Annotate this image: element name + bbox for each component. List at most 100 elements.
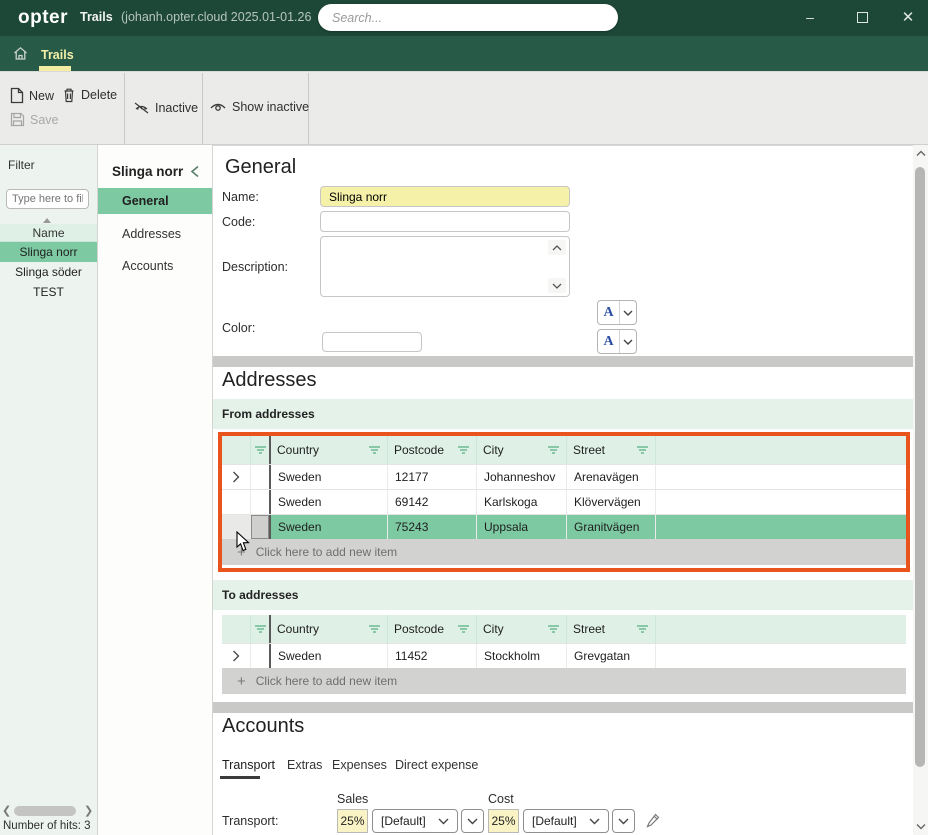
- expand-cell[interactable]: [222, 490, 251, 514]
- sales-extra-dropdown-button[interactable]: [461, 809, 484, 833]
- street-column-header[interactable]: Street: [567, 615, 656, 643]
- tab-extras[interactable]: Extras: [287, 758, 322, 772]
- scroll-up-icon[interactable]: [916, 150, 926, 157]
- country-column-header[interactable]: Country: [271, 436, 388, 464]
- scroll-up-icon[interactable]: [548, 240, 566, 255]
- street-cell[interactable]: Granitvägen: [567, 515, 656, 539]
- city-column-header[interactable]: City: [477, 615, 567, 643]
- filler-cell[interactable]: [656, 515, 906, 539]
- chevron-right-icon[interactable]: [232, 471, 240, 483]
- selector-cell[interactable]: [251, 465, 271, 489]
- table-row[interactable]: Sweden 69142 Karlskoga Klövervägen: [222, 489, 906, 514]
- expand-cell[interactable]: [222, 644, 251, 668]
- filler-cell[interactable]: [656, 644, 906, 668]
- selector-column-header[interactable]: [251, 436, 271, 464]
- cost-account-dropdown[interactable]: [Default]: [523, 809, 609, 833]
- inactive-button[interactable]: Inactive: [133, 100, 198, 116]
- city-cell[interactable]: Uppsala: [477, 515, 567, 539]
- new-button[interactable]: New: [10, 87, 54, 104]
- show-inactive-button[interactable]: Show inactive: [209, 100, 309, 114]
- postcode-cell[interactable]: 69142: [388, 490, 477, 514]
- list-item-slinga-norr[interactable]: Slinga norr: [0, 242, 97, 262]
- filter-icon[interactable]: [636, 445, 649, 455]
- scrollbar-thumb[interactable]: [915, 167, 925, 767]
- filter-icon[interactable]: [457, 624, 470, 634]
- filter-icon[interactable]: [254, 624, 267, 634]
- postcode-cell[interactable]: 12177: [388, 465, 477, 489]
- scrollbar-thumb[interactable]: [14, 806, 76, 816]
- filler-cell[interactable]: [656, 465, 906, 489]
- horizontal-scrollbar[interactable]: ❮ ❯: [0, 803, 97, 819]
- city-cell[interactable]: Karlskoga: [477, 490, 567, 514]
- cost-percent-field[interactable]: 25%: [488, 809, 519, 833]
- maximize-button[interactable]: [847, 0, 877, 34]
- country-cell[interactable]: Sweden: [271, 465, 388, 489]
- add-new-item-row[interactable]: + Click here to add new item: [222, 539, 906, 565]
- name-field[interactable]: [320, 186, 570, 207]
- expand-cell[interactable]: [222, 465, 251, 489]
- font-color-button-2[interactable]: A: [597, 329, 637, 354]
- minimize-button[interactable]: –: [795, 0, 825, 34]
- chevron-right-icon[interactable]: [232, 650, 240, 662]
- scroll-right-icon[interactable]: ❯: [84, 804, 93, 817]
- name-column-header[interactable]: Name: [0, 224, 97, 242]
- tab-transport[interactable]: Transport: [222, 758, 275, 772]
- cost-extra-dropdown-button[interactable]: [612, 809, 635, 833]
- tab-trails[interactable]: Trails: [41, 48, 74, 62]
- color-field[interactable]: [322, 332, 422, 352]
- city-cell[interactable]: Johanneshov: [477, 465, 567, 489]
- description-field[interactable]: [320, 236, 570, 297]
- sales-account-dropdown[interactable]: [Default]: [372, 809, 458, 833]
- font-color-button-1[interactable]: A: [597, 300, 637, 325]
- sales-percent-field[interactable]: 25%: [337, 809, 368, 833]
- filter-icon[interactable]: [547, 445, 560, 455]
- selector-cell[interactable]: [251, 515, 271, 539]
- collapse-chevron-icon[interactable]: [190, 165, 200, 178]
- postcode-column-header[interactable]: Postcode: [388, 615, 477, 643]
- table-row[interactable]: Sweden 12177 Johanneshov Arenavägen: [222, 464, 906, 489]
- add-new-item-row[interactable]: + Click here to add new item: [222, 668, 906, 694]
- filter-icon[interactable]: [636, 624, 649, 634]
- tab-direct-expense[interactable]: Direct expense: [395, 758, 478, 772]
- city-column-header[interactable]: City: [477, 436, 567, 464]
- scroll-down-icon[interactable]: [916, 823, 926, 830]
- filter-icon[interactable]: [547, 624, 560, 634]
- postcode-column-header[interactable]: Postcode: [388, 436, 477, 464]
- table-row-selected[interactable]: Sweden 75243 Uppsala Granitvägen: [222, 514, 906, 539]
- city-cell[interactable]: Stockholm: [477, 644, 567, 668]
- filter-input[interactable]: [6, 189, 89, 209]
- country-cell[interactable]: Sweden: [271, 515, 388, 539]
- country-cell[interactable]: Sweden: [271, 490, 388, 514]
- edit-pencil-icon[interactable]: [646, 813, 660, 829]
- filter-icon[interactable]: [457, 445, 470, 455]
- section-splitter[interactable]: [213, 702, 913, 713]
- home-icon[interactable]: [12, 45, 29, 62]
- save-button[interactable]: Save: [10, 112, 59, 127]
- filter-icon[interactable]: [254, 445, 267, 455]
- filter-icon[interactable]: [368, 445, 381, 455]
- nav-item-addresses[interactable]: Addresses: [98, 221, 212, 247]
- filter-icon[interactable]: [368, 624, 381, 634]
- filler-cell[interactable]: [656, 490, 906, 514]
- street-cell[interactable]: Arenavägen: [567, 465, 656, 489]
- selector-cell[interactable]: [251, 644, 271, 668]
- list-item-slinga-soder[interactable]: Slinga söder: [0, 262, 97, 282]
- street-cell[interactable]: Klövervägen: [567, 490, 656, 514]
- country-cell[interactable]: Sweden: [271, 644, 388, 668]
- table-row[interactable]: Sweden 11452 Stockholm Grevgatan: [222, 643, 906, 668]
- street-cell[interactable]: Grevgatan: [567, 644, 656, 668]
- selector-cell[interactable]: [251, 490, 271, 514]
- close-button[interactable]: ✕: [893, 0, 923, 34]
- search-input[interactable]: [318, 4, 618, 31]
- selector-column-header[interactable]: [251, 615, 271, 643]
- postcode-cell[interactable]: 11452: [388, 644, 477, 668]
- scroll-left-icon[interactable]: ❮: [2, 804, 11, 817]
- chevron-down-icon[interactable]: [620, 301, 636, 324]
- chevron-down-icon[interactable]: [620, 330, 636, 353]
- postcode-cell[interactable]: 75243: [388, 515, 477, 539]
- vertical-scrollbar[interactable]: [913, 145, 928, 835]
- code-field[interactable]: [320, 211, 570, 232]
- tab-expenses[interactable]: Expenses: [332, 758, 387, 772]
- street-column-header[interactable]: Street: [567, 436, 656, 464]
- country-column-header[interactable]: Country: [271, 615, 388, 643]
